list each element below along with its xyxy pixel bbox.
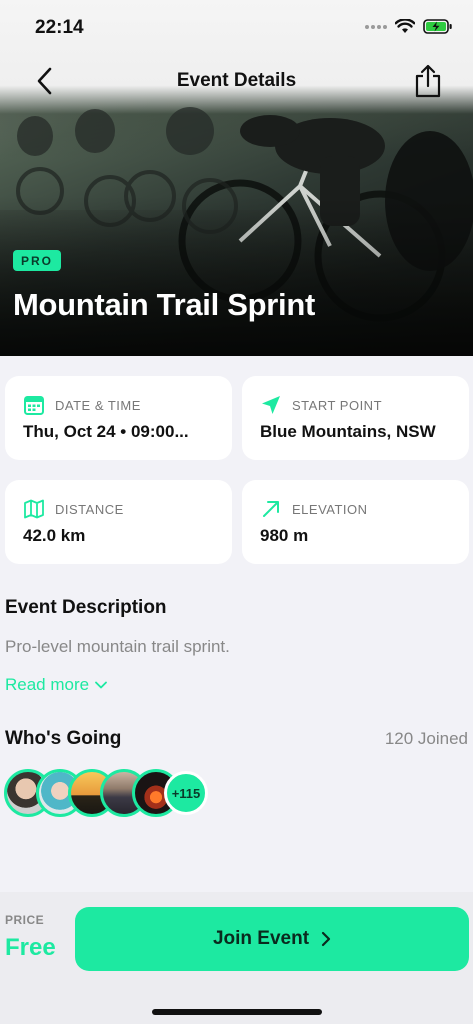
more-attendees-badge[interactable]: +115 <box>164 771 208 815</box>
description-text: Pro-level mountain trail sprint. <box>5 637 230 656</box>
date-time-value: Thu, Oct 24 • 09:00... <box>23 422 189 441</box>
elevation-card: ELEVATION 980 m <box>242 480 469 564</box>
distance-label: DISTANCE <box>55 501 124 517</box>
trend-up-arrow-icon <box>263 501 279 517</box>
attendee-avatars[interactable]: +115 <box>4 769 208 817</box>
chevron-right-icon <box>321 931 331 947</box>
price-value: Free <box>5 934 56 961</box>
bottom-bar: PRICE Free Join Event <box>0 892 473 1024</box>
price-label: PRICE <box>5 913 45 927</box>
joined-count: 120 Joined <box>384 729 468 748</box>
read-more-label: Read more <box>5 675 90 694</box>
date-time-card: DATE & TIME Thu, Oct 24 • 09:00... <box>5 376 232 460</box>
event-title: Mountain Trail Sprint <box>13 287 315 322</box>
attendees-heading: Who's Going <box>5 728 122 749</box>
location-arrow-icon <box>262 396 280 414</box>
page-title: Event Details <box>176 70 297 91</box>
start-point-value: Blue Mountains, NSW <box>260 422 436 441</box>
wifi-icon <box>395 19 415 33</box>
join-event-button[interactable]: Join Event <box>75 907 469 971</box>
date-time-label: DATE & TIME <box>55 397 141 413</box>
battery-charging-icon <box>423 19 452 34</box>
description-heading: Event Description <box>5 597 167 618</box>
elevation-value: 980 m <box>260 526 309 545</box>
navigation-bar: Event Details <box>0 56 473 106</box>
start-point-label: START POINT <box>292 397 383 413</box>
join-event-label: Join Event <box>212 928 310 949</box>
distance-card: DISTANCE 42.0 km <box>5 480 232 564</box>
signal-dots-icon <box>365 24 387 29</box>
distance-value: 42.0 km <box>23 526 86 545</box>
share-button[interactable] <box>411 62 445 100</box>
read-more-link[interactable]: Read more <box>5 675 108 695</box>
map-icon <box>24 499 44 519</box>
status-bar: 22:14 <box>0 0 473 56</box>
elevation-label: ELEVATION <box>292 501 368 517</box>
home-indicator[interactable] <box>152 1009 322 1015</box>
status-time: 22:14 <box>35 17 84 38</box>
status-icons <box>365 19 453 34</box>
pro-badge: PRO <box>13 250 62 271</box>
start-point-card: START POINT Blue Mountains, NSW <box>242 376 469 460</box>
chevron-down-icon <box>95 681 108 689</box>
calendar-icon <box>24 396 44 415</box>
share-icon <box>415 64 441 98</box>
